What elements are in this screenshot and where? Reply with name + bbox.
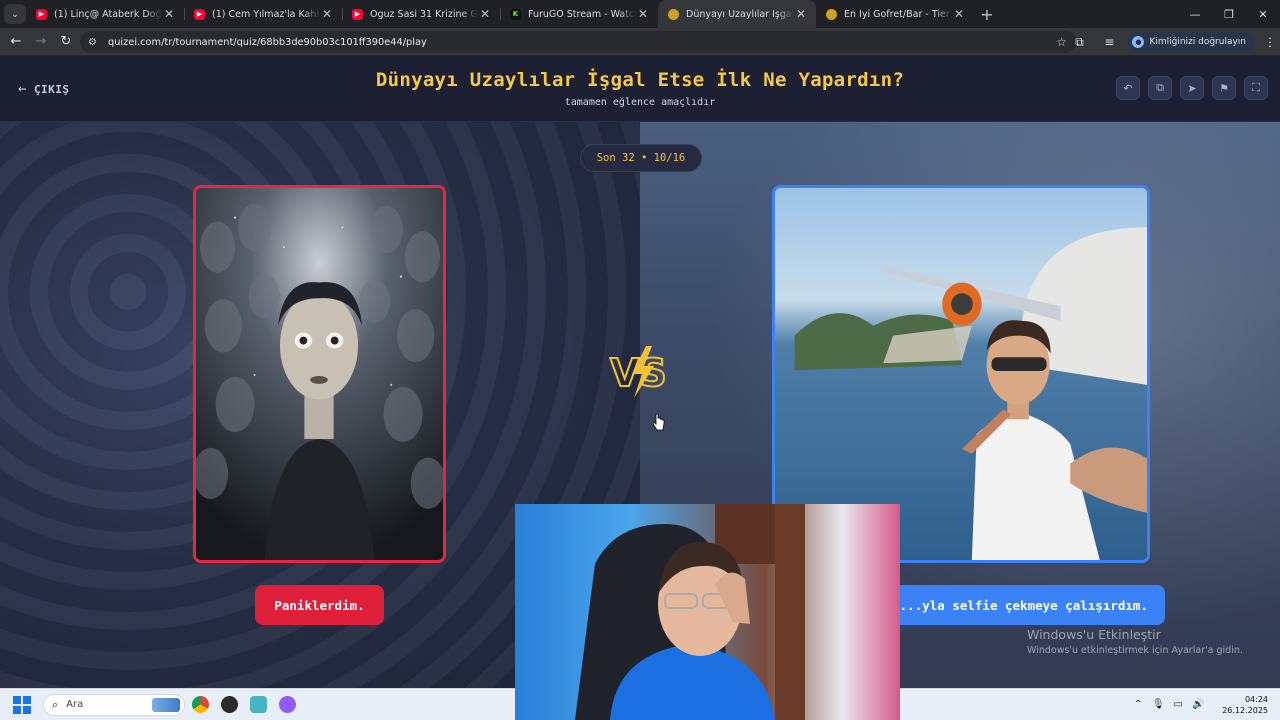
network-icon[interactable]: ▭ <box>1168 699 1188 710</box>
extensions-icon[interactable]: ⧉ <box>1064 35 1094 50</box>
volume-icon[interactable]: 🔊 <box>1188 699 1208 710</box>
tab-title: En İyi Gofret/Bar - Tier List | Kıy <box>844 8 952 20</box>
restore-icon[interactable]: ❐ <box>1212 0 1246 28</box>
reload-icon[interactable]: ↻ <box>54 30 78 54</box>
microphone-icon[interactable]: 🎙 <box>1148 699 1168 710</box>
tab-title: (1) Linç@ Ataberk Doğan - 3. Sı <box>54 8 162 20</box>
webcam-feed-image <box>515 504 900 720</box>
close-icon[interactable]: ✕ <box>636 7 650 21</box>
browser-tab-4[interactable]: K FuruGO Stream - Watch Live on ✕ <box>500 0 658 28</box>
discord-taskbar-icon[interactable] <box>273 691 301 719</box>
close-window-icon[interactable]: ✕ <box>1246 0 1280 28</box>
profile-verify-chip[interactable]: ● Kimliğinizi doğrulayın <box>1128 32 1254 52</box>
minimize-icon[interactable]: — <box>1178 0 1212 28</box>
report-flag-icon[interactable]: ⚑ <box>1212 76 1236 100</box>
browser-tab-5-active[interactable]: Dünyayı Uzaylılar İşgal Etse İlk ✕ <box>658 0 816 28</box>
browser-tab-strip: ⌄ ▶ (1) Linç@ Ataberk Doğan - 3. Sı ✕ ▶ … <box>0 0 1280 28</box>
tab-title: FuruGO Stream - Watch Live on <box>528 8 636 20</box>
browser-menu-icon[interactable]: ⋮ <box>1260 35 1280 49</box>
browser-tab-1[interactable]: ▶ (1) Linç@ Ataberk Doğan - 3. Sı ✕ <box>26 0 184 28</box>
tab-search-button[interactable]: ⌄ <box>4 4 26 24</box>
panic-man-image <box>196 188 443 560</box>
site-settings-icon[interactable]: ⚙ <box>88 37 104 48</box>
chevron-up-icon[interactable]: ⌃ <box>1128 699 1148 710</box>
mouse-hand-cursor-icon <box>653 413 665 431</box>
undo-icon[interactable]: ↶ <box>1116 76 1140 100</box>
search-icon: ⌕ <box>52 697 59 711</box>
close-icon[interactable]: ✕ <box>162 7 176 21</box>
left-option-card[interactable] <box>193 185 446 563</box>
left-answer-button[interactable]: Paniklerdim. <box>255 585 384 625</box>
clock-time: 04:24 <box>1244 694 1268 704</box>
fullscreen-icon[interactable]: ⛶ <box>1244 76 1268 100</box>
versus-icon: VS <box>609 346 668 398</box>
new-tab-button[interactable]: + <box>974 5 1000 24</box>
round-indicator: Son 32 • 10/16 <box>580 144 702 172</box>
streamer-webcam-overlay <box>515 504 900 720</box>
close-icon[interactable]: ✕ <box>478 7 492 21</box>
share-icon[interactable]: ➤ <box>1180 76 1204 100</box>
copy-icon[interactable]: ⧉ <box>1148 76 1172 100</box>
search-placeholder: Ara <box>66 699 84 710</box>
reading-list-icon[interactable]: ≡ <box>1094 35 1124 49</box>
quizei-icon <box>668 8 679 20</box>
youtube-icon: ▶ <box>352 8 363 20</box>
system-tray: ⌃ 🎙 ▭ 🔊 04:24 26.12.2025 <box>1128 694 1280 716</box>
browser-tab-2[interactable]: ▶ (1) Cem Yılmaz'la Kahkaha Dolu ✕ <box>184 0 342 28</box>
address-bar[interactable]: ⚙ quizei.com/tr/tournament/quiz/68bb3de9… <box>80 31 1077 53</box>
quiz-title: Dünyayı Uzaylılar İşgal Etse İlk Ne Yapa… <box>375 69 905 91</box>
browser-tab-6[interactable]: En İyi Gofret/Bar - Tier List | Kıy ✕ <box>816 0 974 28</box>
quiz-subtitle: tamamen eğlence amaçlıdır <box>564 97 716 108</box>
taskbar-search[interactable]: ⌕ Ara <box>43 693 185 716</box>
close-icon[interactable]: ✕ <box>320 7 334 21</box>
windows-start-icon[interactable] <box>13 695 31 714</box>
youtube-icon: ▶ <box>194 8 205 20</box>
browser-tab-3[interactable]: ▶ Oguz Sasi 31 Krizine Giriyor - Y ✕ <box>342 0 500 28</box>
profile-avatar-icon: ● <box>1132 36 1145 48</box>
search-highlight-image <box>152 697 180 712</box>
right-answer-button[interactable]: ...yla selfie çekmeye çalışırdım. <box>870 585 1165 625</box>
window-controls: — ❐ ✕ <box>1178 0 1280 28</box>
activation-hint: Windows'u etkinleştirmek için Ayarlar'a … <box>1027 645 1243 656</box>
close-icon[interactable]: ✕ <box>952 7 966 21</box>
obs-taskbar-icon[interactable] <box>215 691 243 719</box>
quiz-tools: ↶ ⧉ ➤ ⚑ ⛶ <box>1116 76 1268 100</box>
activation-title: Windows'u Etkinleştir <box>1027 627 1161 642</box>
close-icon[interactable]: ✕ <box>794 7 808 21</box>
chrome-taskbar-icon[interactable] <box>186 691 214 719</box>
windows-activation-watermark: Windows'u Etkinleştir Windows'u etkinleş… <box>1027 627 1243 656</box>
profile-label: Kimliğinizi doğrulayın <box>1149 37 1246 47</box>
system-clock[interactable]: 04:24 26.12.2025 <box>1222 694 1268 716</box>
forward-arrow-icon[interactable]: → <box>29 30 53 54</box>
url-text: quizei.com/tr/tournament/quiz/68bb3de90b… <box>108 36 427 48</box>
quiz-header: ← ÇIKIŞ Dünyayı Uzaylılar İşgal Etse İlk… <box>0 57 1280 122</box>
tab-title: Oguz Sasi 31 Krizine Giriyor - Y <box>370 8 478 20</box>
tab-title: (1) Cem Yılmaz'la Kahkaha Dolu <box>212 8 320 20</box>
quizei-icon <box>826 8 837 20</box>
clock-date: 26.12.2025 <box>1222 705 1268 715</box>
kick-icon: K <box>510 8 521 20</box>
youtube-icon: ▶ <box>36 8 47 20</box>
back-arrow-icon[interactable]: ← <box>4 30 28 54</box>
tab-title: Dünyayı Uzaylılar İşgal Etse İlk <box>686 8 794 20</box>
app-taskbar-icon[interactable] <box>244 691 272 719</box>
browser-toolbar: ← → ↻ ⚙ quizei.com/tr/tournament/quiz/68… <box>0 28 1280 56</box>
